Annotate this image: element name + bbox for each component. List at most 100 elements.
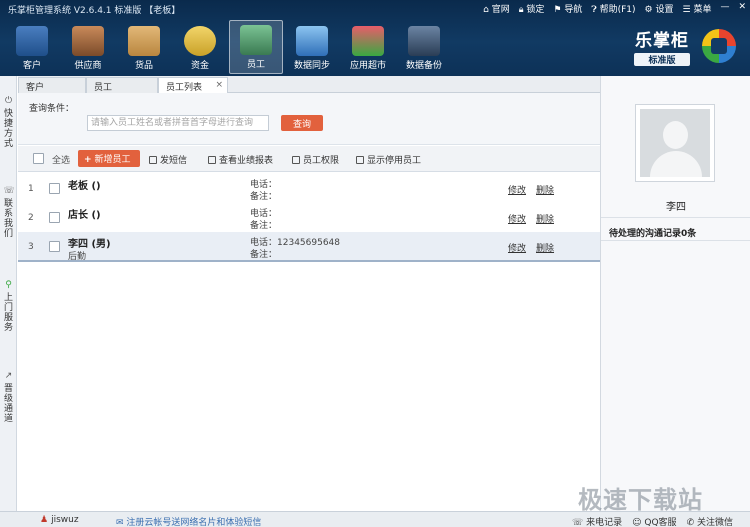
employee-row-selected[interactable]: 3 李四 (男) 后勤 电话：12345695648 备注： 修改 删除 (18, 232, 600, 262)
view-performance-button[interactable]: 查看业绩报表 (208, 153, 273, 166)
employee-name: 店长 () (68, 210, 101, 221)
watermark: 极速下载站 (578, 486, 703, 514)
row-checkbox[interactable] (49, 241, 60, 252)
toolbar-customer[interactable]: 客户 (4, 20, 60, 74)
avatar (635, 104, 715, 182)
show-disabled-button[interactable]: 显示停用员工 (356, 153, 421, 166)
minimize-button[interactable]: — (720, 2, 729, 15)
header: 乐掌柜管理系统 V2.6.4.1 标准版 【老板】 ⌂ 官网 🔒︎ 锁定 ⚑ 导… (0, 0, 750, 76)
toolbar-data-sync[interactable]: 数据同步 (284, 20, 340, 74)
user-icon: ♟ (40, 515, 49, 525)
menu-link[interactable]: ☰ 菜单 (683, 2, 712, 15)
action-bar: 全选 + 新增员工 发短信 查看业绩报表 员工权限 显示停用员工 (18, 146, 600, 172)
add-employee-button[interactable]: + 新增员工 (78, 150, 140, 167)
toolbar-app-market[interactable]: 应用超市 (340, 20, 396, 74)
tab-customer[interactable]: 客户 (18, 77, 86, 93)
query-label: 查询条件： (29, 104, 75, 114)
tab-employee[interactable]: 员工 (86, 77, 158, 93)
pending-records: 待处理的沟通记录0条 (609, 229, 697, 239)
data-sync-icon (296, 26, 328, 56)
promo-link[interactable]: ✉ 注册云帐号送网络名片和体验短信 (116, 515, 261, 527)
divider (601, 240, 750, 241)
divider (601, 217, 750, 218)
data-backup-icon (408, 26, 440, 56)
money-icon (184, 26, 216, 56)
select-all-label: 全选 (52, 156, 71, 166)
rail-upgrade[interactable]: ↗ 晋级通道 (1, 371, 16, 424)
qq-service-link[interactable]: ☺ QQ客服 (632, 515, 676, 527)
supplier-icon (72, 26, 104, 56)
row-checkbox[interactable] (49, 212, 60, 223)
chart-icon: ↗ (4, 371, 13, 381)
power-icon: ⏻ (4, 96, 13, 106)
employee-permissions-button[interactable]: 员工权限 (292, 153, 339, 166)
settings-link[interactable]: ⚙ 设置 (645, 2, 674, 15)
app-title: 乐掌柜管理系统 V2.6.4.1 标准版 【老板】 (8, 6, 181, 16)
left-rail: ⏻ 快捷方式 ☏ 联系我们 ⚲ 上门服务 ↗ 晋级通道 (0, 76, 17, 512)
customer-icon (16, 26, 48, 56)
employee-name: 老板 () (68, 181, 101, 192)
row-number: 2 (28, 213, 34, 223)
app-window: 乐掌柜管理系统 V2.6.4.1 标准版 【老板】 ⌂ 官网 🔒︎ 锁定 ⚑ 导… (0, 0, 750, 527)
row-checkbox[interactable] (49, 183, 60, 194)
help-link[interactable]: ❓︎ 帮助(F1) (591, 2, 635, 15)
employee-row[interactable]: 1 老板 () 电话： 备注： 修改 删除 (18, 174, 600, 204)
edit-link[interactable]: 修改 (508, 241, 526, 254)
employee-icon (240, 25, 272, 55)
tab-close-icon[interactable]: × (215, 80, 223, 90)
toolbar-employee[interactable]: 员工 (229, 20, 283, 74)
report-icon (208, 156, 216, 164)
delete-link[interactable]: 删除 (536, 183, 554, 196)
navigation-link[interactable]: ⚑ 导航 (553, 2, 582, 15)
follow-wechat-link[interactable]: ✆ 关注微信 (687, 515, 733, 527)
rail-onsite-service[interactable]: ⚲ 上门服务 (1, 280, 16, 333)
employee-name: 李四 (男) (68, 239, 111, 250)
delete-link[interactable]: 删除 (536, 241, 554, 254)
detail-panel: 李四 待处理的沟通记录0条 (600, 76, 750, 512)
toolbar-supplier[interactable]: 供应商 (60, 20, 116, 74)
plus-icon: + (84, 155, 92, 165)
close-button[interactable]: ✕ (738, 2, 746, 15)
list-icon (356, 156, 364, 164)
status-links: ☏ 来电记录 ☺ QQ客服 ✆ 关注微信 (572, 515, 733, 527)
brand-name: 乐掌柜 (635, 31, 689, 51)
search-input[interactable] (87, 115, 269, 131)
main-toolbar: 客户 供应商 货品 资金 员工 数据同步 应用超市 数据备份 (4, 20, 452, 74)
detail-name: 李四 (666, 202, 686, 213)
edit-link[interactable]: 修改 (508, 183, 526, 196)
query-button[interactable]: 查询 (281, 115, 323, 131)
phone-icon: ☏ (3, 186, 15, 196)
rail-contact[interactable]: ☏ 联系我们 (1, 186, 16, 239)
current-user: ♟ jiswuz (40, 515, 79, 525)
delete-link[interactable]: 删除 (536, 212, 554, 225)
rail-shortcuts[interactable]: ⏻ 快捷方式 (1, 96, 16, 149)
tab-bar: 客户 员工 员工列表 × (18, 76, 600, 93)
brand: 乐掌柜 标准版 (628, 22, 696, 68)
lock-link[interactable]: 🔒︎ 锁定 (519, 2, 545, 15)
envelope-icon (149, 156, 157, 164)
toolbar-goods[interactable]: 货品 (116, 20, 172, 74)
employee-note: 备注： (250, 221, 278, 231)
employee-note: 备注： (250, 250, 278, 260)
toolbar-data-backup[interactable]: 数据备份 (396, 20, 452, 74)
row-number: 3 (28, 242, 34, 252)
bike-icon: ⚲ (5, 280, 12, 290)
app-market-icon (352, 26, 384, 56)
title-links: ⌂ 官网 🔒︎ 锁定 ⚑ 导航 ❓︎ 帮助(F1) ⚙ 设置 ☰ 菜单 — ✕ (483, 2, 746, 15)
call-records-link[interactable]: ☏ 来电记录 (572, 515, 622, 527)
goods-icon (128, 26, 160, 56)
toolbar-money[interactable]: 资金 (172, 20, 228, 74)
select-all-checkbox[interactable] (33, 153, 44, 164)
edition-badge: 标准版 (634, 53, 690, 66)
employee-row[interactable]: 2 店长 () 电话： 备注： 修改 删除 (18, 203, 600, 233)
send-sms-button[interactable]: 发短信 (149, 153, 187, 166)
employee-note: 备注： (250, 192, 278, 202)
brand-logo-icon (702, 29, 736, 63)
row-number: 1 (28, 184, 34, 194)
tab-employee-list[interactable]: 员工列表 × (158, 77, 228, 93)
employee-position: 后勤 (68, 252, 87, 262)
website-link[interactable]: ⌂ 官网 (483, 2, 510, 15)
edit-link[interactable]: 修改 (508, 212, 526, 225)
query-panel: 查询条件： 查询 (18, 93, 600, 145)
avatar-placeholder-icon (640, 109, 710, 177)
